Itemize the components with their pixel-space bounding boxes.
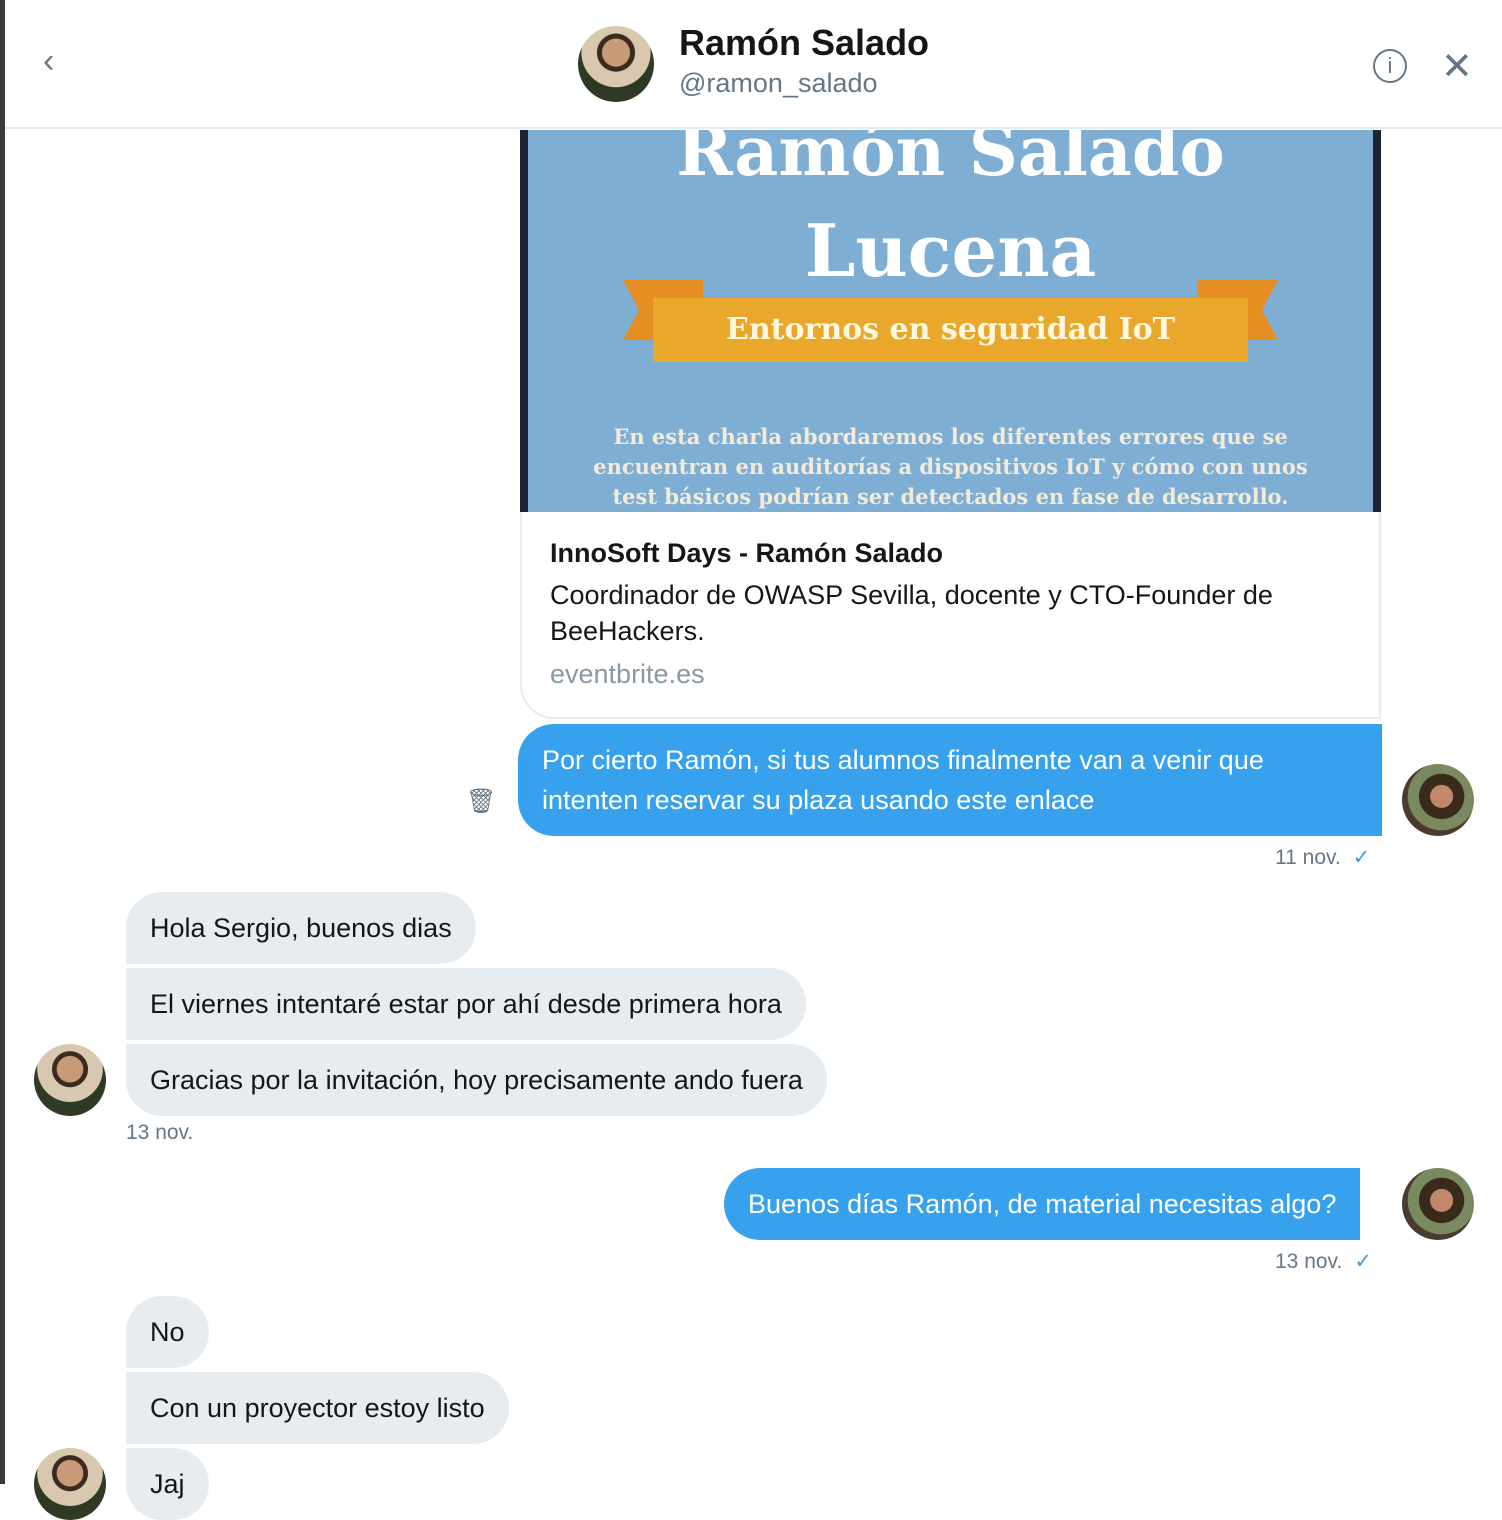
card-domain: eventbrite.es [550,659,705,689]
conversation-header: ‹ Ramón Salado @ramon_salado i ✕ [5,0,1502,129]
link-card-image[interactable]: Ramón Salado Lucena Entornos en segurida… [520,130,1381,512]
timestamp-text: 13 nov. [1275,1250,1343,1273]
image-ribbon: Entornos en seguridad IoT [653,298,1248,362]
contact-avatar[interactable] [578,26,654,102]
link-card[interactable]: InnoSoft Days - Ramón Salado Coordinador… [520,512,1381,719]
my-avatar[interactable] [1402,1168,1474,1240]
contact-avatar[interactable] [34,1448,106,1520]
timestamp-text: 11 nov. [1275,846,1341,869]
check-icon: ✓ [1352,846,1371,869]
back-chevron-icon[interactable]: ‹ [43,42,54,81]
close-icon[interactable]: ✕ [1441,44,1473,89]
message-received: El viernes intentaré estar por ahí desde… [126,968,806,1040]
card-description: Coordinador de OWASP Sevilla, docente y … [550,580,1273,646]
message-sent: Por cierto Ramón, si tus alumnos finalme… [518,724,1382,836]
message-sent: Buenos días Ramón, de material necesitas… [724,1168,1361,1240]
trash-icon[interactable]: 🗑 [466,787,496,816]
message-received: Gracias por la invitación, hoy precisame… [126,1044,827,1116]
contact-handle[interactable]: @ramon_salado [679,68,878,99]
check-icon: ✓ [1354,1250,1372,1273]
info-icon[interactable]: i [1373,49,1407,83]
message-received: Con un proyector estoy listo [126,1372,509,1444]
message-received: No [126,1296,209,1368]
message-timestamp: 13 nov. [126,1121,194,1144]
contact-avatar[interactable] [34,1044,106,1116]
my-avatar[interactable] [1402,764,1474,836]
window-frame [0,0,5,1484]
card-title: InnoSoft Days - Ramón Salado [550,538,944,568]
image-title-line1: Ramón Salado [676,130,1225,192]
message-received: Hola Sergio, buenos dias [126,892,476,964]
message-timestamp: 11 nov. ✓ [1275,845,1370,870]
message-received: Jaj [126,1448,209,1520]
contact-name[interactable]: Ramón Salado [679,22,929,64]
image-description: En esta charla abordaremos los diferente… [593,424,1308,509]
message-timestamp: 13 nov. ✓ [1275,1249,1372,1274]
